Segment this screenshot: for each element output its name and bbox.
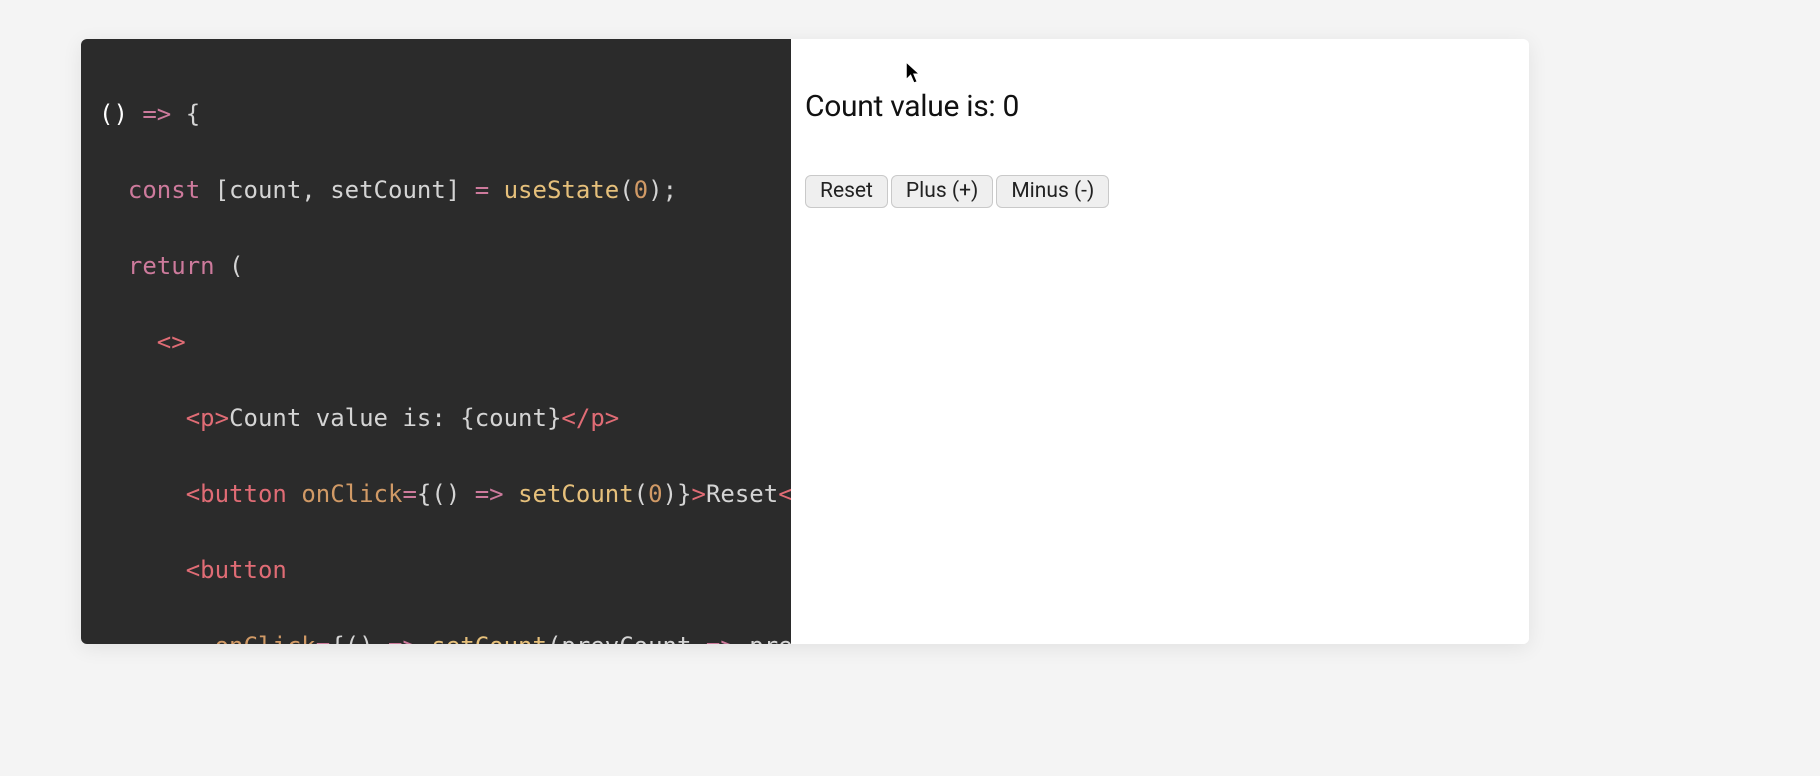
code-token: setCount [518,480,634,508]
code-token: () [99,100,128,128]
button-row: Reset Plus (+) Minus (-) [805,175,1109,208]
plus-button[interactable]: Plus (+) [891,175,993,208]
code-indent [99,252,128,280]
code-indent [99,176,128,204]
code-token: => [460,480,518,508]
code-token: => [691,632,749,644]
code-token: Reset [706,480,778,508]
code-token: p [590,404,604,432]
code-token: () [431,480,460,508]
code-token: > [605,404,619,432]
count-display: Count value is: 0 [805,89,1019,124]
minus-button[interactable]: Minus (-) [996,175,1109,208]
code-token: button [200,480,287,508]
code-token: ( [215,252,244,280]
code-token: < [778,480,791,508]
code-token: } [677,480,691,508]
code-token: > [215,404,229,432]
code-token: ; [663,176,677,204]
reset-button[interactable]: Reset [805,175,888,208]
split-view: () => { const [count, setCount] = useSta… [81,39,1529,644]
code-token: 0 [648,480,662,508]
code-token: = [316,632,330,644]
code-token: const [128,176,200,204]
code-token: count [475,404,547,432]
code-token: = [475,176,489,204]
code-token: ) [663,480,677,508]
code-token: pre [749,632,791,644]
code-token: </ [561,404,590,432]
code-token: > [691,480,705,508]
code-token: < [186,556,200,584]
code-token: p [200,404,214,432]
code-token: < [186,480,200,508]
code-token: } [547,404,561,432]
code-indent [99,556,186,584]
code-indent [99,404,186,432]
code-token: [count, setCount] [200,176,475,204]
code-token: useState [504,176,620,204]
code-token: ) [648,176,662,204]
code-token: setCount [431,632,547,644]
code-token: ( [619,176,633,204]
code-token: onClick [215,632,316,644]
code-token: < [186,404,200,432]
code-indent [99,632,215,644]
code-token: => [374,632,432,644]
code-token: { [417,480,431,508]
code-token: button [200,556,287,584]
code-token: 0 [634,176,648,204]
code-indent [99,480,186,508]
code-token: <> [157,328,186,356]
code-token: => [128,100,186,128]
code-token: return [128,252,215,280]
code-indent [99,328,157,356]
code-editor[interactable]: () => { const [count, setCount] = useSta… [81,39,791,644]
code-token: ( [547,632,561,644]
code-token: onClick [301,480,402,508]
code-token [287,480,301,508]
code-token [489,176,503,204]
code-token: = [402,480,416,508]
code-token: () [345,632,374,644]
code-token: prevCount [561,632,691,644]
code-token: Count value is: [229,404,460,432]
code-token: { [186,100,200,128]
preview-pane: Count value is: 0 Reset Plus (+) Minus (… [791,39,1529,644]
code-token: { [460,404,474,432]
code-token: ( [634,480,648,508]
code-token: { [330,632,344,644]
